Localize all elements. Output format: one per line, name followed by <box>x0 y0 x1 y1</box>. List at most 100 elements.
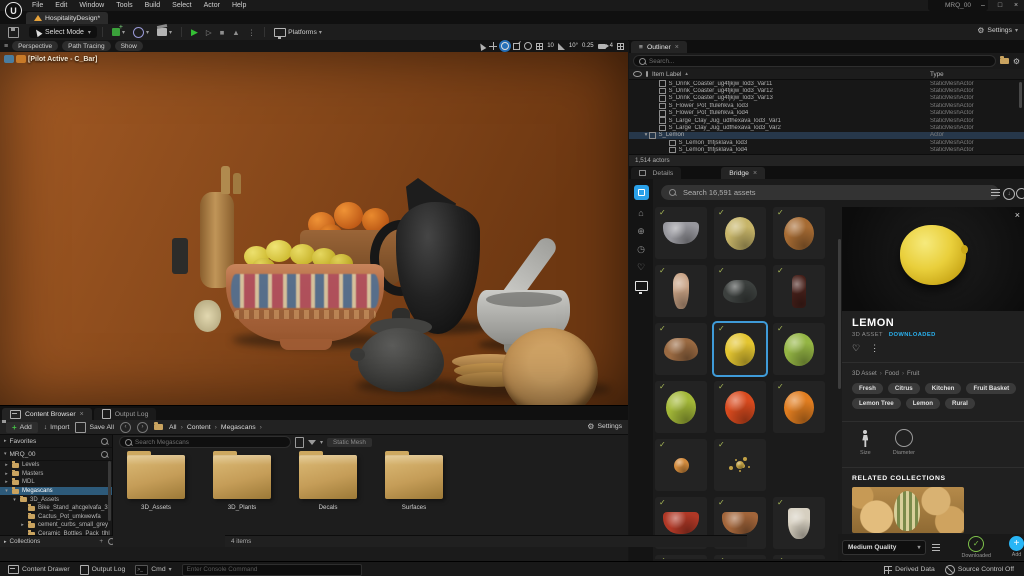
outliner-row[interactable]: ▾ S_Lemon Actor <box>629 132 1024 139</box>
world-space-icon[interactable] <box>524 42 532 50</box>
tag[interactable]: Lemon <box>906 398 940 409</box>
bridge-grid-scrollbar[interactable] <box>838 239 841 389</box>
breadcrumb-item[interactable]: Food <box>885 370 904 377</box>
scale-tool-icon[interactable] <box>513 43 520 50</box>
platforms-dropdown[interactable]: Platforms ▾ <box>274 28 322 37</box>
skip-button[interactable]: ▷ <box>206 28 212 37</box>
outliner-row[interactable]: S_Lemon_thfjsklava_lod3 StaticMeshActor <box>629 139 1024 146</box>
asset-cell[interactable]: ✓ <box>655 439 707 491</box>
tab-details[interactable]: Details <box>631 167 681 179</box>
blueprints-button[interactable]: ▾ <box>133 27 149 38</box>
menu-item[interactable]: Help <box>226 2 252 9</box>
viewport-menu-icon[interactable]: ≡ <box>4 43 8 50</box>
favorites-section[interactable]: ▸ Favorites <box>0 435 112 448</box>
tree-item[interactable]: Cactus_Pot_umkwewfa <box>0 513 112 522</box>
close-button[interactable]: × <box>1009 0 1023 11</box>
tree-item[interactable]: ▾ 3D_Assets <box>0 495 112 504</box>
asset-cell[interactable]: ✓ <box>655 323 707 375</box>
bridge-search[interactable] <box>661 185 999 200</box>
static-mesh-filter-badge[interactable]: Static Mesh <box>327 438 372 447</box>
menu-item[interactable]: Window <box>73 2 110 9</box>
breadcrumb-item[interactable]: All <box>169 424 184 431</box>
related-collection-thumbnail[interactable] <box>852 487 964 533</box>
camera-pilot-icon[interactable] <box>16 55 26 63</box>
menu-item[interactable]: Actor <box>198 2 226 9</box>
outliner-row[interactable]: S_Drink_Coaster_ug4fjkjw_lod3_Var12 Stat… <box>629 87 1024 94</box>
scale-snap-value[interactable]: 0.25 <box>582 43 594 49</box>
cinematics-button[interactable]: ▾ <box>157 28 172 36</box>
breadcrumb-item[interactable]: Fruit <box>907 370 919 377</box>
outliner-search[interactable] <box>633 55 996 67</box>
bridge-search-input[interactable] <box>681 187 991 198</box>
home-icon[interactable]: ⌂ <box>638 209 643 218</box>
tag[interactable]: Kitchen <box>925 383 962 394</box>
asset-cell[interactable]: ✓ <box>773 381 825 433</box>
menu-item[interactable]: Build <box>139 2 167 9</box>
asset-cell[interactable]: ✓ <box>714 439 766 491</box>
asset-cell[interactable]: ✓ <box>773 323 825 375</box>
menu-item[interactable]: Select <box>166 2 197 9</box>
outliner-settings-icon[interactable]: ⚙ <box>1013 57 1020 66</box>
menu-item[interactable]: File <box>26 2 49 9</box>
forward-button[interactable]: › <box>137 422 148 433</box>
view-mode-dropdown[interactable]: Path Tracing <box>62 41 111 51</box>
close-icon[interactable]: × <box>675 44 679 51</box>
tree-item[interactable]: ▸ MDL <box>0 478 112 487</box>
rotate-tool-icon[interactable] <box>501 42 509 50</box>
editor-settings-dropdown[interactable]: ⚙ Settings ▾ <box>977 26 1018 35</box>
asset-cell[interactable]: ✓ <box>773 555 825 559</box>
camera-speed-icon[interactable] <box>598 44 606 49</box>
rotation-snap-value[interactable]: 10° <box>569 43 578 49</box>
eject-button[interactable]: ▲ <box>232 28 239 37</box>
more-options-kebab[interactable]: ⋮ <box>870 343 879 354</box>
grid-snap-icon[interactable] <box>536 43 543 50</box>
outliner-row[interactable]: S_Large_Clay_Jug_udfhexava_lod3_Var1 Sta… <box>629 117 1024 124</box>
tree-item[interactable]: ▾ Megascans <box>0 487 112 496</box>
folder-tile[interactable]: Surfaces <box>377 455 451 511</box>
maximize-button[interactable]: □ <box>993 0 1007 11</box>
outliner-row[interactable]: S_Lemon_thfjsklava_lod4 StaticMeshActor <box>629 147 1024 154</box>
folder-tile[interactable]: 3D_Assets <box>119 455 193 511</box>
content-browser-settings[interactable]: ⚙ Settings <box>587 422 622 431</box>
grid-snap-value[interactable]: 10 <box>547 43 554 49</box>
outliner-row[interactable]: S_Flower_Pot_tfulehkva_lod3 StaticMeshAc… <box>629 102 1024 109</box>
add-collection-icon[interactable]: + <box>99 538 103 545</box>
close-icon[interactable]: × <box>1015 210 1020 220</box>
tab-content-browser[interactable]: Content Browser × <box>2 408 92 420</box>
asset-cell[interactable]: ✓ <box>655 555 707 559</box>
asset-search[interactable] <box>119 436 291 448</box>
favorite-heart-icon[interactable]: ♡ <box>852 343 860 354</box>
play-button[interactable]: ▶ <box>191 27 198 38</box>
console-command-input[interactable] <box>182 564 362 576</box>
eject-pilot-icon[interactable] <box>4 55 14 63</box>
camera-speed-value[interactable]: 4 <box>610 43 613 49</box>
account-icon[interactable] <box>1016 188 1024 199</box>
filter-funnel-icon[interactable] <box>308 440 316 445</box>
play-options-kebab[interactable]: ⋮ <box>248 28 256 37</box>
asset-search-input[interactable] <box>135 439 285 446</box>
project-section[interactable]: ▾ MRQ_00 <box>0 448 112 461</box>
new-folder-icon[interactable] <box>1000 58 1009 64</box>
folder-tile[interactable]: Decals <box>291 455 365 511</box>
type-column[interactable]: Type <box>930 71 1020 78</box>
asset-cell[interactable]: ✓ <box>655 207 707 259</box>
asset-preview[interactable]: × <box>842 207 1024 311</box>
asset-cell[interactable]: ✓ <box>773 497 825 549</box>
tree-item[interactable]: ▸ Masters <box>0 470 112 479</box>
tree-item[interactable]: ▸ cement_curbs_small_grey <box>0 521 112 530</box>
viewport-scene[interactable]: [Pilot Active - C_Bar] <box>0 52 628 405</box>
chevron-icon[interactable]: ▸ <box>4 479 9 485</box>
search-icon[interactable] <box>101 438 108 445</box>
select-mode-dropdown[interactable]: Select Mode ▾ <box>29 26 97 38</box>
project-tab[interactable]: HospitalityDesign* <box>26 12 108 24</box>
show-dropdown[interactable]: Show <box>115 41 143 51</box>
viewport-settings-icon[interactable] <box>617 43 624 50</box>
download-settings-icon[interactable] <box>932 543 939 551</box>
select-tool-icon[interactable] <box>478 41 487 50</box>
add-actor-button[interactable]: ▾ <box>112 28 125 36</box>
chevron-icon[interactable]: ▸ <box>20 522 25 528</box>
quality-dropdown[interactable]: Medium Quality ▾ <box>842 540 926 555</box>
outliner-row[interactable]: S_Flower_Pot_tfulehkva_lod4 StaticMeshAc… <box>629 110 1024 117</box>
item-label-column[interactable]: Item Label ▲ <box>652 71 926 78</box>
move-tool-icon[interactable] <box>489 42 497 50</box>
